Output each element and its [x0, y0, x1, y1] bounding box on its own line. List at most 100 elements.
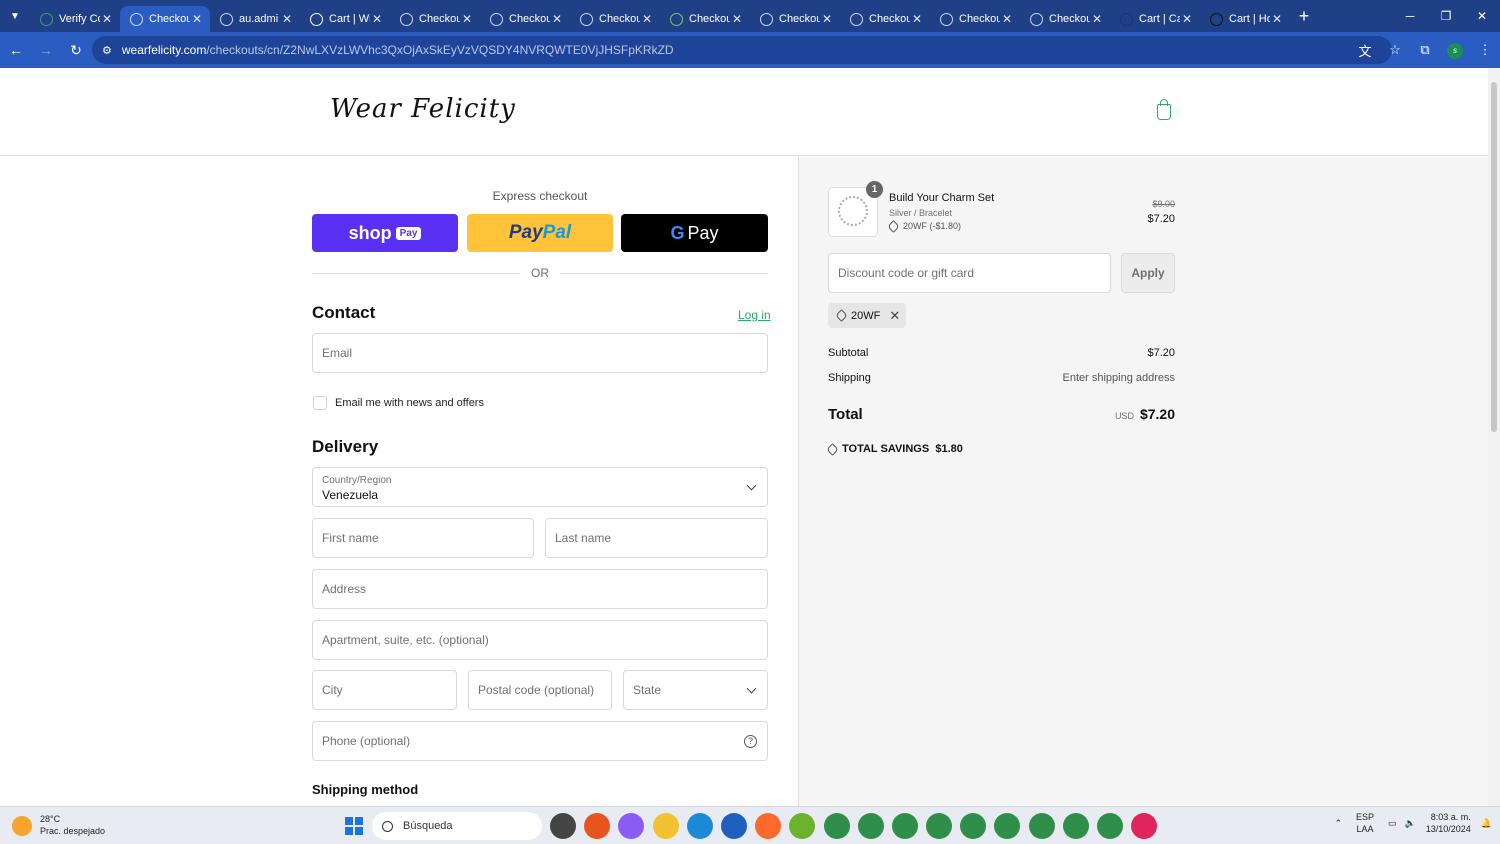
google-pay-button[interactable]: G Pay	[621, 214, 768, 252]
address-bar[interactable]: ⚙ wearfelicity.com/checkouts/cn/Z2NwLXVz…	[92, 36, 1392, 64]
browser-tab[interactable]: Checkou ✕	[660, 6, 750, 32]
tab-search-icon[interactable]: ▼	[0, 0, 30, 32]
close-window-icon[interactable]: ✕	[1464, 0, 1500, 32]
language-indicator[interactable]: ESP LAA	[1356, 811, 1374, 835]
shopping-bag-icon[interactable]	[1157, 99, 1171, 120]
taskbar-app-icon[interactable]	[618, 813, 645, 839]
taskbar-app-icon[interactable]	[994, 813, 1021, 839]
browser-tab[interactable]: Checkou ✕	[1020, 6, 1110, 32]
shop-pay-button[interactable]: shop Pay	[312, 214, 458, 252]
taskbar-app-icon[interactable]	[960, 813, 987, 839]
page-scrollbar[interactable]	[1488, 68, 1500, 806]
url-path: /checkouts/cn/Z2NwLXVzLWVhc3QxOjAxSkEyVz…	[206, 43, 674, 57]
clock[interactable]: 8:03 a. m. 13/10/2024	[1426, 811, 1471, 835]
taskbar-app-icon[interactable]	[823, 813, 850, 839]
close-tab-icon[interactable]: ✕	[730, 12, 744, 26]
news-checkbox[interactable]	[313, 396, 327, 410]
restore-icon[interactable]: ❐	[1428, 0, 1464, 32]
country-select[interactable]: Country/Region Venezuela	[312, 467, 768, 507]
close-tab-icon[interactable]: ✕	[370, 12, 384, 26]
new-tab-button[interactable]: +	[1290, 6, 1318, 27]
taskbar-app-icon[interactable]	[1131, 813, 1158, 839]
close-tab-icon[interactable]: ✕	[550, 12, 564, 26]
help-icon[interactable]: ?	[744, 735, 757, 748]
browser-tab[interactable]: Checkou ✕	[750, 6, 840, 32]
paypal-button[interactable]: Pay Pal	[467, 214, 613, 252]
taskbar-app-icon[interactable]	[926, 813, 953, 839]
globe-icon	[1030, 12, 1043, 26]
back-arrow-icon[interactable]: ←	[2, 36, 30, 64]
address-field[interactable]: Address	[312, 569, 768, 609]
phone-field[interactable]: Phone (optional) ?	[312, 721, 768, 761]
remove-discount-icon[interactable]: ✕	[889, 308, 900, 324]
profile-avatar[interactable]: s	[1440, 41, 1470, 59]
apply-discount-button[interactable]: Apply	[1121, 253, 1175, 293]
taskbar-app-icon[interactable]	[1062, 813, 1089, 839]
browser-tab[interactable]: Checkou ✕	[480, 6, 570, 32]
last-name-field[interactable]: Last name	[545, 518, 768, 558]
browser-tab[interactable]: Checkou ✕	[390, 6, 480, 32]
browser-tab[interactable]: Cart | Ho ✕	[1200, 6, 1290, 32]
city-field[interactable]: City	[312, 670, 457, 710]
browser-tab[interactable]: Verify Co ✕	[30, 6, 120, 32]
windows-taskbar: 28°C Prac. despejado Búsqueda ⌃ ESP LAA ▭ …	[0, 806, 1500, 844]
browser-tab[interactable]: Checkou ✕	[570, 6, 660, 32]
close-tab-icon[interactable]: ✕	[1180, 12, 1194, 26]
taskbar-app-icon[interactable]	[720, 813, 747, 839]
taskbar-app-icon[interactable]	[1028, 813, 1055, 839]
close-tab-icon[interactable]: ✕	[190, 12, 204, 26]
tab-title: Cart | Ca	[1139, 13, 1180, 25]
browser-tab[interactable]: Checkou ✕	[930, 6, 1020, 32]
browser-tab[interactable]: Checkou ✕	[840, 6, 930, 32]
close-tab-icon[interactable]: ✕	[910, 12, 924, 26]
close-tab-icon[interactable]: ✕	[1270, 12, 1284, 26]
taskbar-app-icon[interactable]	[857, 813, 884, 839]
check-circle-icon	[40, 12, 53, 26]
network-icon[interactable]: ▭	[1388, 818, 1397, 829]
more-menu-icon[interactable]: ⋮	[1470, 42, 1500, 58]
taskbar-app-icon[interactable]	[789, 813, 816, 839]
taskbar-app-icon[interactable]	[584, 813, 611, 839]
weather-widget[interactable]: 28°C Prac. despejado	[12, 813, 105, 837]
close-tab-icon[interactable]: ✕	[100, 12, 114, 26]
taskbar-app-icon[interactable]	[891, 813, 918, 839]
postal-code-field[interactable]: Postal code (optional)	[468, 670, 612, 710]
total-savings: TOTAL SAVINGS $1.80	[826, 442, 963, 456]
forward-arrow-icon[interactable]: →	[32, 36, 60, 64]
tab-title: Checkou	[689, 13, 730, 25]
site-icon	[310, 12, 323, 26]
close-tab-icon[interactable]: ✕	[1000, 12, 1014, 26]
close-tab-icon[interactable]: ✕	[280, 12, 294, 26]
chevron-up-icon[interactable]: ⌃	[1334, 818, 1342, 829]
login-link[interactable]: Log in	[738, 308, 771, 322]
extensions-icon[interactable]: ⧉	[1410, 42, 1440, 58]
browser-tab[interactable]: Cart | Ca ✕	[1110, 6, 1200, 32]
apartment-field[interactable]: Apartment, suite, etc. (optional)	[312, 620, 768, 660]
first-name-field[interactable]: First name	[312, 518, 534, 558]
taskbar-app-icon[interactable]	[652, 813, 679, 839]
taskbar-app-icon[interactable]	[686, 813, 713, 839]
close-tab-icon[interactable]: ✕	[640, 12, 654, 26]
browser-tab[interactable]: Checkou ✕	[120, 6, 210, 32]
windows-start-icon[interactable]	[345, 817, 363, 835]
notification-bell-icon[interactable]: 🔔	[1481, 818, 1492, 829]
browser-tab[interactable]: au.admi ✕	[210, 6, 300, 32]
volume-icon[interactable]: 🔈	[1405, 818, 1416, 829]
browser-tab[interactable]: Cart | Wi ✕	[300, 6, 390, 32]
reload-icon[interactable]: ↻	[62, 36, 90, 64]
taskbar-app-icon[interactable]	[550, 813, 576, 839]
minimize-icon[interactable]: ─	[1392, 0, 1428, 32]
close-tab-icon[interactable]: ✕	[460, 12, 474, 26]
close-tab-icon[interactable]: ✕	[820, 12, 834, 26]
discount-code-input[interactable]: Discount code or gift card	[828, 253, 1111, 293]
close-tab-icon[interactable]: ✕	[1090, 12, 1104, 26]
site-info-icon[interactable]: ⚙	[102, 44, 112, 57]
taskbar-search[interactable]: Búsqueda	[372, 812, 542, 840]
bookmark-star-icon[interactable]: ☆	[1380, 42, 1410, 58]
taskbar-app-icon[interactable]	[1097, 813, 1123, 839]
state-select[interactable]: State	[623, 670, 768, 710]
store-logo[interactable]: Wear Felicity	[330, 94, 516, 124]
email-field[interactable]: Email	[312, 333, 768, 373]
taskbar-app-icon[interactable]	[755, 813, 782, 839]
translate-icon[interactable]: 文	[1350, 41, 1380, 60]
